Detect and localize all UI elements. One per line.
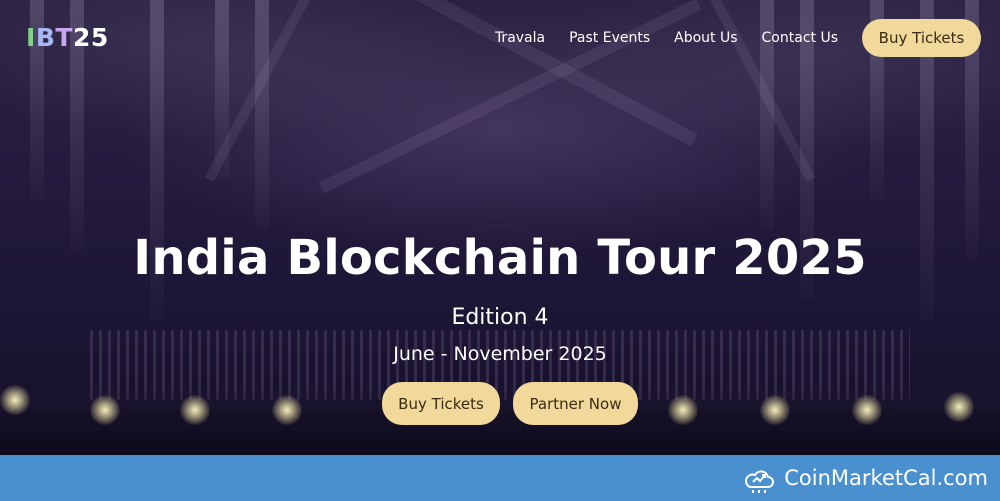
hero-dates: June - November 2025 <box>393 343 607 365</box>
nav-buy-tickets-button[interactable]: Buy Tickets <box>862 19 981 57</box>
nav-link-contact-us[interactable]: Contact Us <box>762 19 838 57</box>
coinmarketcal-watermark: CoinMarketCal.com <box>742 460 988 496</box>
stage-light <box>272 395 302 425</box>
stage-light <box>852 395 882 425</box>
stage-light <box>668 395 698 425</box>
logo-letter-t: T <box>55 23 73 52</box>
logo-letter-b: B <box>35 23 56 52</box>
site-logo[interactable]: IBT25 <box>26 24 109 52</box>
hero-edition: Edition 4 <box>451 305 549 330</box>
hanging-crystal <box>215 0 229 180</box>
hero-cta-group: Buy Tickets Partner Now <box>382 382 638 425</box>
stage-light <box>90 395 120 425</box>
stage-light <box>760 395 790 425</box>
logo-letter-i: I <box>26 23 36 52</box>
main-nav: Travala Past Events About Us Contact Us … <box>495 19 981 57</box>
nav-link-travala[interactable]: Travala <box>495 19 545 57</box>
hero-title: India Blockchain Tour 2025 <box>133 230 867 286</box>
hanging-crystal <box>255 0 269 230</box>
logo-number: 25 <box>72 23 109 52</box>
partner-now-button[interactable]: Partner Now <box>513 382 638 425</box>
chart-cloud-icon <box>745 470 775 493</box>
nav-link-about-us[interactable]: About Us <box>674 19 737 57</box>
nav-link-past-events[interactable]: Past Events <box>569 19 650 57</box>
stage-light <box>0 385 30 415</box>
watermark-text: CoinMarketCal.com <box>784 466 988 490</box>
buy-tickets-button[interactable]: Buy Tickets <box>382 382 500 425</box>
stage-light <box>180 395 210 425</box>
stage-light <box>944 392 974 422</box>
